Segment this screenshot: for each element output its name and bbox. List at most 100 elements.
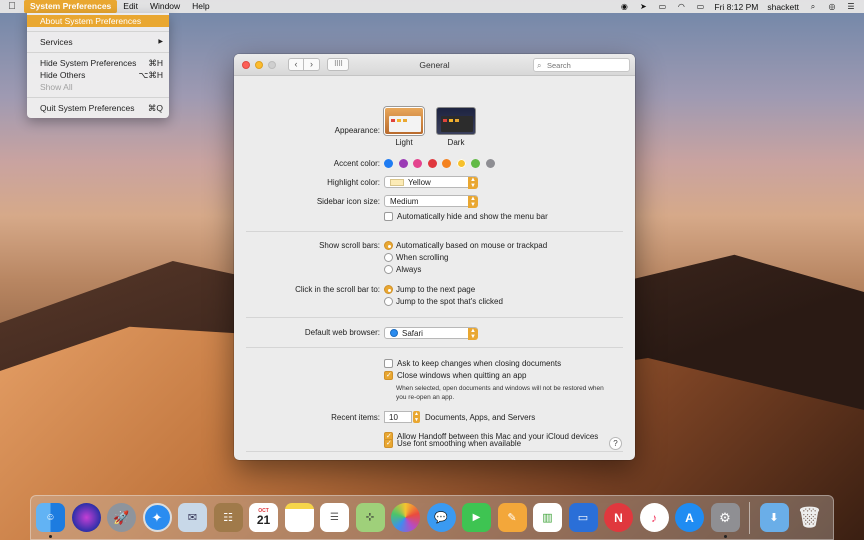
section-divider <box>246 347 623 348</box>
font-smoothing-option[interactable]: Use font smoothing when available <box>384 439 521 448</box>
accent-color-swatch[interactable] <box>384 159 393 168</box>
maps-icon[interactable]: ⊹ <box>355 503 385 532</box>
menu-bar:  System Preferences Edit Window Help ◉ … <box>0 0 864 13</box>
spotlight-icon[interactable]: ⌕ <box>808 2 818 11</box>
autohide-menubar-option[interactable]: Automatically hide and show the menu bar <box>384 212 548 221</box>
title-bar[interactable]: ‹ › ⠿⠿ General ⌕ <box>234 54 635 76</box>
appearance-light-label: Light <box>395 138 413 147</box>
app-store-icon[interactable]: A <box>675 503 704 532</box>
close-windows-option[interactable]: Close windows when quitting an app <box>384 371 526 380</box>
accent-color-swatch[interactable] <box>471 159 480 168</box>
scroll-auto-option[interactable]: Automatically based on mouse or trackpad <box>384 241 547 250</box>
highlight-color-popup[interactable]: Yellow ▲ ▼ <box>384 176 478 189</box>
menu-edit[interactable]: Edit <box>117 0 144 13</box>
keynote-icon[interactable]: ▭ <box>568 503 598 532</box>
system-preferences-menu: About System Preferences Services ▶ Hide … <box>27 13 169 118</box>
calendar-icon[interactable]: OCT 21 <box>249 503 278 532</box>
finder-icon[interactable]: ☺ <box>36 503 65 538</box>
menu-item-about[interactable]: About System Preferences <box>27 15 169 27</box>
photos-icon[interactable] <box>391 503 420 532</box>
notification-center-icon[interactable]: ☰ <box>846 2 856 11</box>
appearance-dark-option[interactable]: Dark <box>436 107 476 147</box>
scroll-when-radio[interactable] <box>384 253 393 262</box>
battery-icon[interactable]: ▭ <box>695 2 705 11</box>
apple-menu-icon[interactable]:  <box>0 1 24 12</box>
launchpad-icon[interactable]: 🚀 <box>107 503 136 532</box>
siri-icon[interactable]: ◎ <box>827 2 837 11</box>
numbers-icon[interactable]: ▥ <box>533 503 562 532</box>
contacts-icon[interactable]: ☷ <box>213 503 243 532</box>
accent-color-label: Accent color: <box>333 159 380 168</box>
menu-help[interactable]: Help <box>186 0 215 13</box>
downloads-folder-icon[interactable]: ⬇ <box>759 503 789 532</box>
news-icon[interactable]: N <box>604 503 633 532</box>
siri-status-icon[interactable]: ◉ <box>619 2 629 11</box>
autohide-menubar-checkbox[interactable] <box>384 212 393 221</box>
menu-separator <box>27 31 169 32</box>
accent-color-swatch[interactable] <box>398 159 408 168</box>
click-next-radio[interactable] <box>384 285 393 294</box>
search-input[interactable] <box>547 61 625 70</box>
appearance-light-thumbnail[interactable] <box>384 107 424 135</box>
sidebar-icon-size-popup[interactable]: Medium ▲ ▼ <box>384 195 478 208</box>
menu-user[interactable]: shackett <box>767 2 799 12</box>
back-button[interactable]: ‹ <box>288 58 304 71</box>
music-icon[interactable]: ♪ <box>639 503 669 532</box>
forward-button[interactable]: › <box>304 58 320 71</box>
airplay-icon[interactable]: ▭ <box>657 2 667 11</box>
siri-icon[interactable] <box>71 503 101 532</box>
scroll-always-radio[interactable] <box>384 265 393 274</box>
default-browser-popup[interactable]: Safari ▲ ▼ <box>384 327 478 340</box>
font-smoothing-checkbox[interactable] <box>384 439 393 448</box>
scroll-always-option[interactable]: Always <box>384 265 421 274</box>
appearance-light-option[interactable]: Light <box>384 107 424 147</box>
zoom-window-button[interactable] <box>268 60 276 69</box>
recent-items-stepper[interactable]: ▲ ▼ <box>413 411 420 423</box>
click-spot-label: Jump to the spot that's clicked <box>396 297 503 306</box>
menu-window[interactable]: Window <box>144 0 186 13</box>
click-spot-option[interactable]: Jump to the spot that's clicked <box>384 297 503 306</box>
reminders-icon[interactable]: ☰ <box>320 503 349 532</box>
ask-keep-checkbox[interactable] <box>384 359 393 368</box>
facetime-icon[interactable]: ▶ <box>462 503 491 532</box>
minimize-window-button[interactable] <box>255 60 263 69</box>
menu-system-preferences[interactable]: System Preferences <box>24 0 118 13</box>
safari-dock-icon[interactable]: ✦ <box>142 503 172 532</box>
accent-color-swatch[interactable] <box>485 159 495 168</box>
scroll-when-option[interactable]: When scrolling <box>384 253 448 262</box>
system-preferences-icon[interactable]: ⚙ <box>710 503 740 538</box>
scroll-auto-radio[interactable] <box>384 241 393 250</box>
menu-item-quit-label: Quit System Preferences <box>40 103 135 113</box>
popup-arrows-icon: ▲ ▼ <box>468 327 478 340</box>
mail-photo-icon[interactable]: ✉ <box>178 503 207 532</box>
accent-color-swatch[interactable] <box>456 159 466 168</box>
recent-items-suffix: Documents, Apps, and Servers <box>425 412 536 422</box>
trash-icon[interactable]: 🗑 <box>795 503 824 532</box>
accent-color-swatch[interactable] <box>442 159 451 168</box>
close-window-button[interactable] <box>242 60 250 69</box>
click-next-option[interactable]: Jump to the next page <box>384 285 475 294</box>
menu-item-services[interactable]: Services ▶ <box>27 36 169 48</box>
location-icon[interactable]: ➤ <box>638 2 648 11</box>
messages-icon[interactable]: 💬 <box>426 503 456 532</box>
pages-icon[interactable]: ✎ <box>497 503 527 532</box>
sidebar-icon-size-value: Medium <box>390 196 419 206</box>
menu-item-quit[interactable]: Quit System Preferences ⌘Q <box>27 102 169 114</box>
ask-keep-option[interactable]: Ask to keep changes when closing documen… <box>384 359 561 368</box>
show-all-button[interactable]: ⠿⠿ <box>327 58 349 71</box>
appearance-dark-thumbnail[interactable] <box>436 107 476 135</box>
help-button[interactable]: ? <box>609 437 622 450</box>
click-spot-radio[interactable] <box>384 297 393 306</box>
close-windows-checkbox[interactable] <box>384 371 393 380</box>
menu-item-hide-others[interactable]: Hide Others ⌥⌘H <box>27 69 169 81</box>
section-divider <box>246 451 623 452</box>
menu-item-hide[interactable]: Hide System Preferences ⌘H <box>27 57 169 69</box>
menu-clock[interactable]: Fri 8:12 PM <box>714 2 758 12</box>
recent-items-field[interactable]: 10 <box>384 411 412 423</box>
accent-color-swatch[interactable] <box>427 159 437 168</box>
wifi-icon[interactable]: ◠ <box>676 2 686 11</box>
notes-icon[interactable] <box>284 503 314 532</box>
window-controls <box>242 60 276 69</box>
accent-color-swatch[interactable] <box>413 159 422 168</box>
search-field[interactable]: ⌕ <box>533 58 630 72</box>
